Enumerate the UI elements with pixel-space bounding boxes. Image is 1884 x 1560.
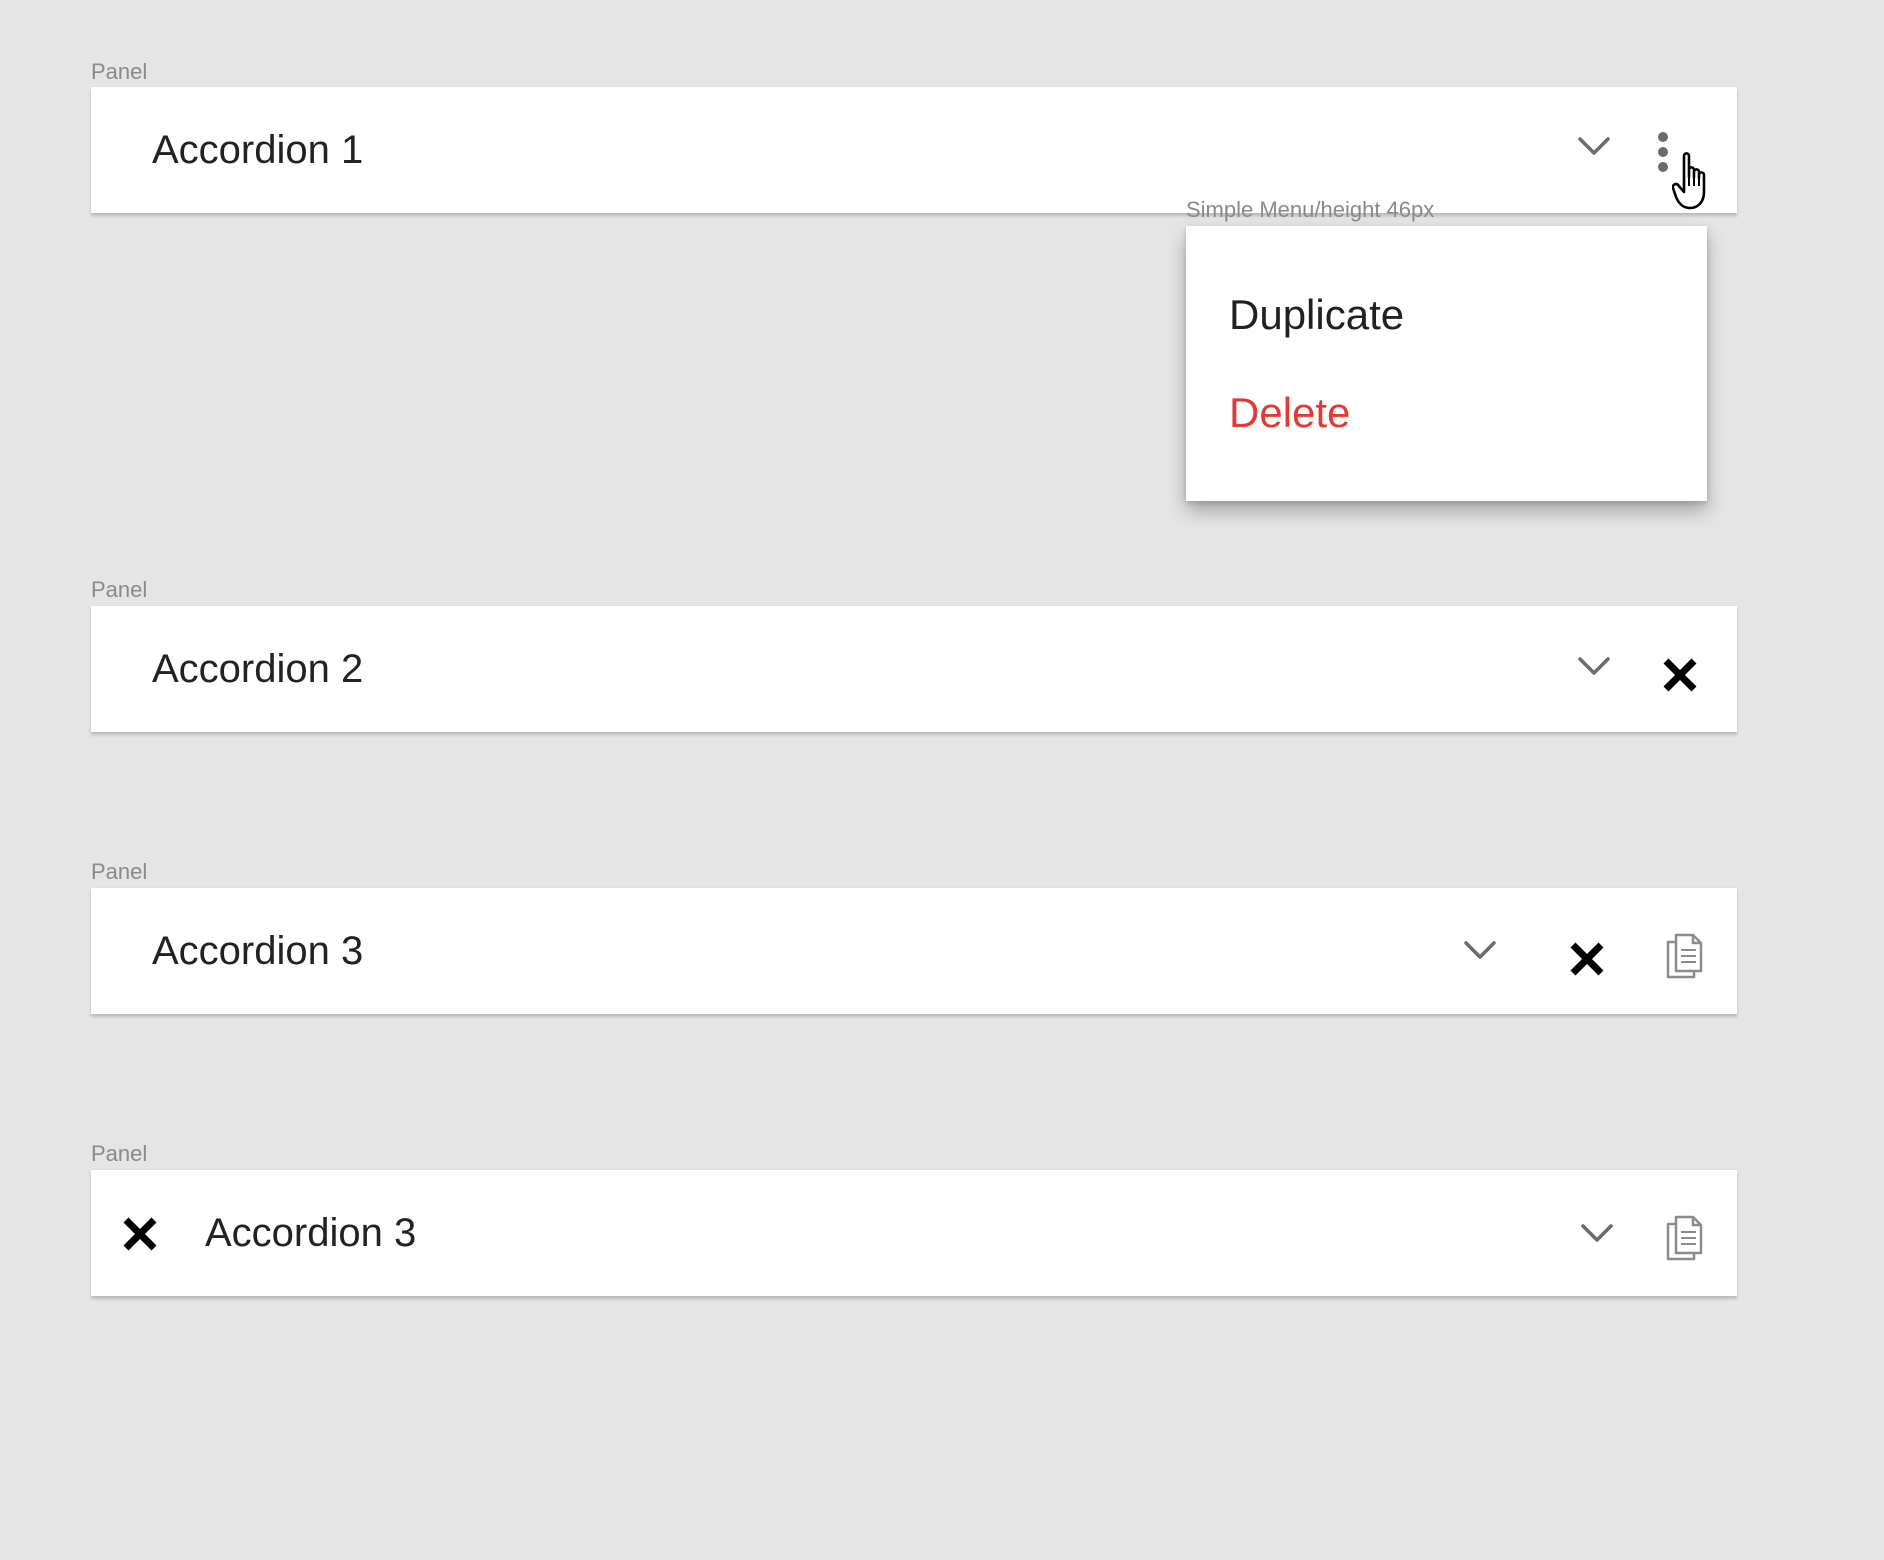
chevron-down-icon[interactable] [1463, 940, 1497, 962]
panel-3-frame-label: Panel [91, 859, 148, 884]
close-icon[interactable] [1569, 941, 1605, 977]
menu-item-duplicate[interactable]: Duplicate [1229, 294, 1404, 336]
panel-1-frame-label: Panel [91, 59, 148, 84]
chevron-down-icon[interactable] [1580, 1223, 1614, 1245]
close-icon[interactable] [1662, 657, 1698, 693]
chevron-down-icon[interactable] [1577, 136, 1611, 158]
chevron-down-icon[interactable] [1577, 656, 1611, 678]
close-icon[interactable] [122, 1216, 158, 1252]
accordion-panel-2[interactable]: Accordion 2 [91, 606, 1737, 732]
accordion-1-title: Accordion 1 [152, 128, 364, 172]
panel-2-frame-label: Panel [91, 577, 148, 602]
simple-menu: Duplicate Delete [1186, 226, 1707, 501]
document-icon[interactable] [1664, 932, 1704, 980]
accordion-panel-3[interactable]: Accordion 3 [91, 888, 1737, 1014]
panel-4-frame-label: Panel [91, 1141, 148, 1166]
accordion-4-title: Accordion 3 [205, 1211, 417, 1255]
accordion-panel-4[interactable]: Accordion 3 [91, 1170, 1737, 1296]
document-icon[interactable] [1664, 1214, 1704, 1262]
more-vert-icon[interactable] [1656, 131, 1670, 175]
accordion-3-title: Accordion 3 [152, 929, 364, 973]
accordion-2-title: Accordion 2 [152, 647, 364, 691]
menu-item-delete[interactable]: Delete [1229, 392, 1350, 434]
hand-pointer-cursor-icon [1671, 150, 1720, 217]
menu-frame-label: Simple Menu/height 46px [1186, 197, 1435, 222]
accordion-panel-1[interactable]: Accordion 1 [91, 87, 1737, 213]
